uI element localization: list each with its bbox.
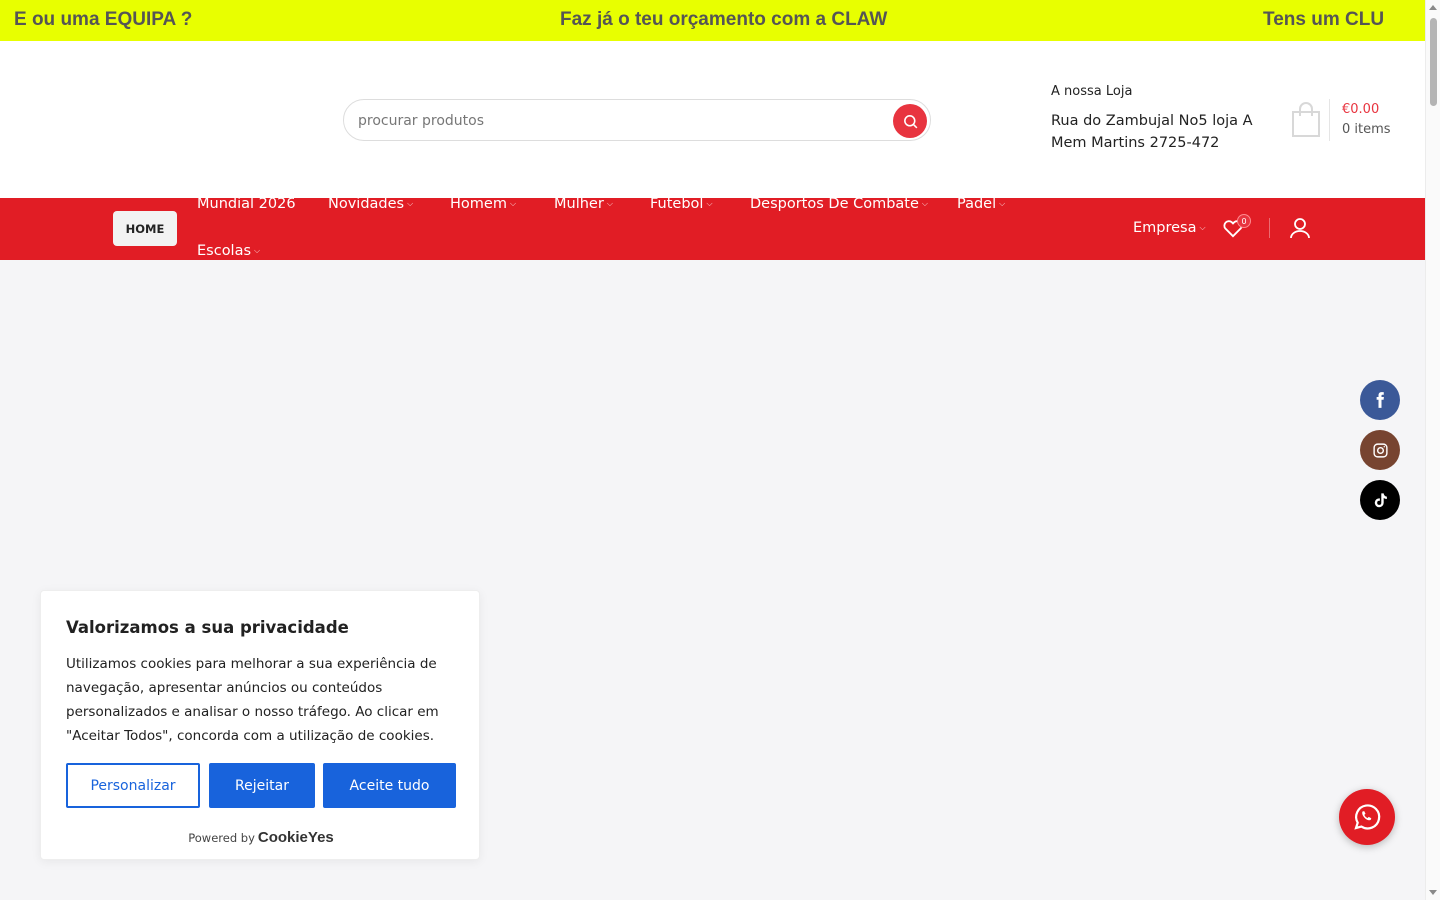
chevron-down-icon: ⌵ [921, 199, 928, 208]
nav-home-button[interactable]: HOME [113, 211, 177, 246]
powered-by: Powered by CookieYes [41, 829, 481, 846]
scrollbar-thumb[interactable] [1430, 18, 1437, 106]
nav-item-label: Homem [450, 196, 507, 212]
promo-message: Tens um CLU [1263, 9, 1383, 30]
scroll-up-arrow-icon[interactable] [1429, 5, 1437, 10]
promo-message: E ou uma EQUIPA ? [14, 9, 193, 30]
nav-item-empresa[interactable]: Empresa ⌵ [1133, 220, 1206, 236]
facebook-button[interactable] [1360, 380, 1400, 420]
shopping-bag-icon[interactable] [1290, 101, 1322, 139]
chevron-down-icon: ⌵ [1199, 223, 1206, 232]
store-label: A nossa Loja [1051, 84, 1133, 99]
facebook-icon [1376, 392, 1384, 408]
chevron-down-icon: ⌵ [606, 199, 613, 208]
whatsapp-button[interactable] [1339, 789, 1395, 845]
nav-item-label: Futebol [650, 196, 704, 212]
customize-button[interactable]: Personalizar [66, 763, 200, 808]
wishlist-count-badge: 0 [1237, 214, 1251, 228]
nav-item-escolas[interactable]: Escolas ⌵ [197, 243, 260, 259]
nav-item-mulher[interactable]: Mulher ⌵ [554, 196, 613, 212]
cart-total[interactable]: €0.00 [1342, 102, 1379, 117]
nav-item-label: Empresa [1133, 220, 1197, 236]
chevron-down-icon: ⌵ [407, 199, 414, 208]
powered-by-label: Powered by [188, 831, 255, 845]
whatsapp-icon [1354, 804, 1381, 830]
nav-item-label: Mundial 2026 [197, 196, 296, 212]
search-input[interactable] [358, 110, 878, 132]
cookie-title: Valorizamos a sua privacidade [66, 618, 349, 637]
nav-divider [1269, 218, 1270, 238]
nav-item-desportos-de-combate[interactable]: Desportos De Combate ⌵ [750, 196, 928, 212]
tiktok-icon [1374, 492, 1387, 507]
promo-bar: E ou uma EQUIPA ? Faz já o teu orçamento… [0, 0, 1425, 41]
instagram-icon [1372, 442, 1388, 458]
chevron-down-icon: ⌵ [706, 199, 713, 208]
nav-item-label: Novidades [328, 196, 405, 212]
search-icon [903, 114, 917, 128]
cookie-description: Utilizamos cookies para melhorar a sua e… [66, 656, 439, 744]
chevron-down-icon: ⌵ [999, 199, 1006, 208]
nav-item-label: Mulher [554, 196, 604, 212]
nav-item-futebol[interactable]: Futebol ⌵ [650, 196, 713, 212]
page-scrollbar[interactable] [1425, 0, 1440, 900]
instagram-button[interactable] [1360, 430, 1400, 470]
nav-item-mundial-2026[interactable]: Mundial 2026 [197, 196, 296, 212]
nav-item-label: Desportos De Combate [750, 196, 919, 212]
scroll-down-arrow-icon[interactable] [1429, 890, 1437, 895]
cookie-consent-banner: Valorizamos a sua privacidade Utilizamos… [40, 590, 480, 860]
site-header: A nossa Loja Rua do Zambujal No5 loja A … [0, 41, 1425, 198]
promo-message[interactable]: Faz já o teu orçamento com a CLAW [560, 9, 887, 31]
cart-divider [1329, 99, 1330, 141]
tiktok-button[interactable] [1360, 480, 1400, 520]
chevron-down-icon: ⌵ [509, 199, 517, 208]
store-address: Rua do Zambujal No5 loja A Mem Martins 2… [1051, 113, 1253, 151]
user-icon[interactable] [1288, 216, 1312, 240]
nav-item-homem[interactable]: Homem ⌵ [450, 196, 516, 212]
reject-button[interactable]: Rejeitar [209, 763, 315, 808]
search-button[interactable] [893, 104, 927, 138]
nav-item-novidades[interactable]: Novidades ⌵ [328, 196, 413, 212]
cart-item-count[interactable]: 0 items [1342, 122, 1391, 137]
main-nav: HOME Mundial 2026 Novidades ⌵ Homem ⌵ Mulh… [0, 196, 1425, 260]
accept-all-button[interactable]: Aceite tudo [323, 763, 456, 808]
chevron-down-icon: ⌵ [254, 246, 261, 255]
nav-item-label: Padel [957, 196, 997, 212]
cookieyes-logo[interactable]: CookieYes [258, 829, 334, 846]
nav-item-label: Escolas [197, 243, 252, 259]
nav-item-padel[interactable]: Padel ⌵ [957, 196, 1005, 212]
search-bar [343, 99, 931, 141]
